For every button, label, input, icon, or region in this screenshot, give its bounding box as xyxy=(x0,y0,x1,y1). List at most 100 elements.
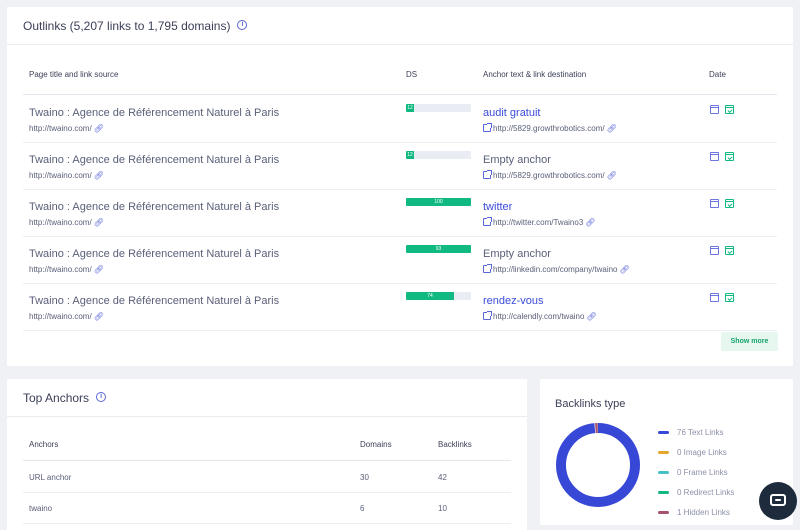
last-seen-calendar-check-icon[interactable] xyxy=(725,293,734,302)
external-link-icon[interactable] xyxy=(483,311,492,320)
last-seen-calendar-check-icon[interactable] xyxy=(725,246,734,255)
col-header-date[interactable]: Date xyxy=(709,70,726,79)
outlinks-title: Outlinks (5,207 links to 1,795 domains) xyxy=(23,19,231,33)
table-row: URL anchor 30 42 xyxy=(23,462,511,493)
legend-swatch xyxy=(658,470,669,474)
table-row: Twaino : Agence de Référencement Naturel… xyxy=(23,284,777,331)
first-seen-calendar-icon[interactable] xyxy=(710,199,719,208)
link-destination-url[interactable]: http://twitter.com/Twaino3 xyxy=(493,218,583,227)
link-source[interactable]: http://twaino.com/🔗︎ xyxy=(29,124,104,133)
donut-slice-0[interactable] xyxy=(556,423,640,507)
link-icon[interactable]: 🔗︎ xyxy=(94,124,104,133)
legend-item[interactable]: 0 Redirect Links xyxy=(658,482,734,502)
anchor-text[interactable]: URL anchor xyxy=(29,473,71,482)
backlinks-type-title: Backlinks type xyxy=(555,398,626,410)
link-icon[interactable]: 🔗︎ xyxy=(585,218,595,227)
anchor-backlinks: 10 xyxy=(438,504,447,513)
link-destination-url[interactable]: http://5829.growthrobotics.com/ xyxy=(493,124,605,133)
show-more-button[interactable]: Show more xyxy=(721,332,778,351)
link-icon[interactable]: 🔗︎ xyxy=(94,171,104,180)
link-source[interactable]: http://twaino.com/🔗︎ xyxy=(29,171,104,180)
page-title-link[interactable]: Twaino : Agence de Référencement Naturel… xyxy=(29,295,279,307)
anchor-backlinks: 42 xyxy=(438,473,447,482)
link-destination[interactable]: http://twitter.com/Twaino3 🔗︎ xyxy=(483,217,595,227)
anchor-domains: 6 xyxy=(360,504,365,513)
anchor-text[interactable]: twitter xyxy=(483,201,512,213)
col-header-anchors[interactable]: Anchors xyxy=(29,440,58,449)
ds-score-bar: 12 xyxy=(406,151,471,159)
external-link-icon[interactable] xyxy=(483,264,492,273)
outlinks-card: Outlinks (5,207 links to 1,795 domains) … xyxy=(7,7,793,366)
link-source[interactable]: http://twaino.com/🔗︎ xyxy=(29,265,104,274)
last-seen-calendar-check-icon[interactable] xyxy=(725,199,734,208)
page-title-link[interactable]: Twaino : Agence de Référencement Naturel… xyxy=(29,154,279,166)
first-seen-calendar-icon[interactable] xyxy=(710,246,719,255)
legend-label: 0 Frame Links xyxy=(677,467,728,477)
top-anchors-header: Top Anchors i xyxy=(7,379,527,417)
link-destination-url[interactable]: http://5829.growthrobotics.com/ xyxy=(493,171,605,180)
link-icon[interactable]: 🔗︎ xyxy=(94,218,104,227)
external-link-icon[interactable] xyxy=(483,217,492,226)
link-source[interactable]: http://twaino.com/🔗︎ xyxy=(29,218,104,227)
link-destination-url[interactable]: http://linkedin.com/company/twaino xyxy=(493,265,618,274)
legend-label: 1 Hidden Links xyxy=(677,507,730,517)
last-seen-calendar-check-icon[interactable] xyxy=(725,152,734,161)
link-source-url[interactable]: http://twaino.com/ xyxy=(29,312,92,321)
link-source-url[interactable]: http://twaino.com/ xyxy=(29,218,92,227)
link-icon[interactable]: 🔗︎ xyxy=(620,265,630,274)
ds-score-fill: 12 xyxy=(406,104,414,112)
last-seen-calendar-check-icon[interactable] xyxy=(725,105,734,114)
link-source-url[interactable]: http://twaino.com/ xyxy=(29,265,92,274)
anchor-text[interactable]: twaino xyxy=(29,504,52,513)
link-destination[interactable]: http://calendly.com/twaino 🔗︎ xyxy=(483,311,597,321)
info-icon[interactable]: i xyxy=(96,392,107,402)
link-destination[interactable]: http://5829.growthrobotics.com/🔗︎ xyxy=(483,123,617,133)
legend-item[interactable]: 0 Frame Links xyxy=(658,462,734,482)
link-source-url[interactable]: http://twaino.com/ xyxy=(29,171,92,180)
table-row: Twaino : Agence de Référencement Naturel… xyxy=(23,143,777,190)
link-icon[interactable]: 🔗︎ xyxy=(607,124,617,133)
first-seen-calendar-icon[interactable] xyxy=(710,293,719,302)
link-icon[interactable]: 🔗︎ xyxy=(586,312,596,321)
anchor-text: Empty anchor xyxy=(483,154,551,166)
table-row: Twaino : Agence de Référencement Naturel… xyxy=(23,190,777,237)
legend-label: 76 Text Links xyxy=(677,427,724,437)
legend-label: 0 Image Links xyxy=(677,447,727,457)
link-destination[interactable]: http://linkedin.com/company/twaino 🔗︎ xyxy=(483,264,630,274)
anchor-text[interactable]: audit gratuit xyxy=(483,107,540,119)
col-header-backlinks[interactable]: Backlinks xyxy=(438,440,472,449)
link-icon[interactable]: 🔗︎ xyxy=(607,171,617,180)
legend-swatch xyxy=(658,430,669,434)
legend-item[interactable]: 76 Text Links xyxy=(658,422,734,442)
external-link-icon[interactable] xyxy=(483,170,492,179)
external-link-icon[interactable] xyxy=(483,123,492,132)
col-header-source[interactable]: Page title and link source xyxy=(29,70,118,79)
col-header-ds[interactable]: DS xyxy=(406,70,417,79)
link-source[interactable]: http://twaino.com/🔗︎ xyxy=(29,312,104,321)
link-destination[interactable]: http://5829.growthrobotics.com/🔗︎ xyxy=(483,170,617,180)
link-icon[interactable]: 🔗︎ xyxy=(94,265,104,274)
anchor-text: Empty anchor xyxy=(483,248,551,260)
anchor-text[interactable]: rendez-vous xyxy=(483,295,544,307)
info-icon[interactable]: i xyxy=(237,20,248,30)
col-header-anchor[interactable]: Anchor text & link destination xyxy=(483,70,586,79)
legend-label: 0 Redirect Links xyxy=(677,487,735,497)
legend-item[interactable]: 0 Image Links xyxy=(658,442,734,462)
col-header-domains[interactable]: Domains xyxy=(360,440,392,449)
first-seen-calendar-icon[interactable] xyxy=(710,105,719,114)
legend-swatch xyxy=(658,490,669,494)
ds-score-fill: 12 xyxy=(406,151,414,159)
link-source-url[interactable]: http://twaino.com/ xyxy=(29,124,92,133)
link-icon[interactable]: 🔗︎ xyxy=(94,312,104,321)
legend-item[interactable]: 1 Hidden Links xyxy=(658,502,734,522)
page-title-link[interactable]: Twaino : Agence de Référencement Naturel… xyxy=(29,248,279,260)
legend-swatch xyxy=(658,450,669,454)
anchor-domains: 30 xyxy=(360,473,369,482)
first-seen-calendar-icon[interactable] xyxy=(710,152,719,161)
page-title-link[interactable]: Twaino : Agence de Référencement Naturel… xyxy=(29,107,279,119)
chat-widget-button[interactable] xyxy=(759,482,797,520)
ds-score-bar: 12 xyxy=(406,104,471,112)
link-destination-url[interactable]: http://calendly.com/twaino xyxy=(493,312,584,321)
page-title-link[interactable]: Twaino : Agence de Référencement Naturel… xyxy=(29,201,279,213)
anchors-table-header: Anchors Domains Backlinks xyxy=(23,431,511,461)
